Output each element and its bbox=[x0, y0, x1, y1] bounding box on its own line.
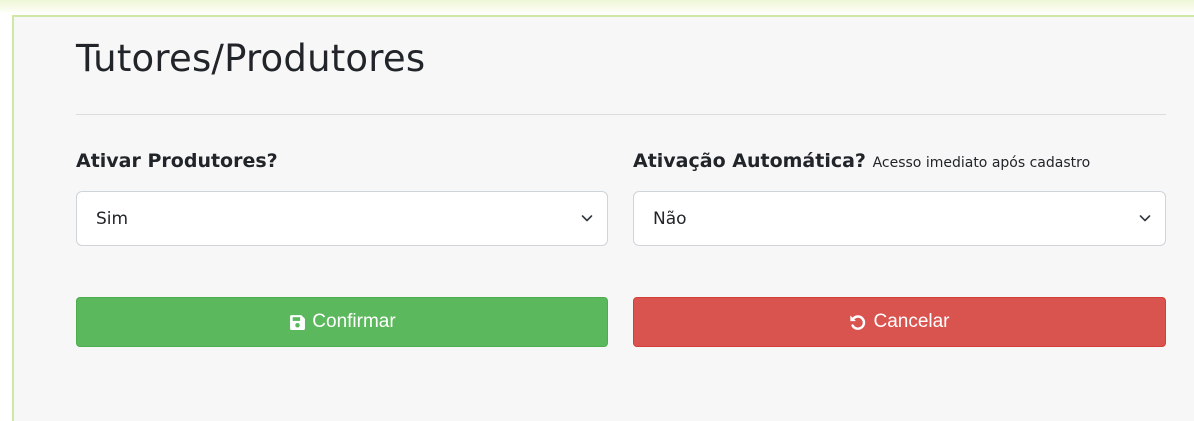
ativacao-automatica-selected-value: Não bbox=[653, 209, 687, 229]
ativacao-automatica-label-text: Ativação Automática? bbox=[633, 150, 866, 172]
undo-icon bbox=[849, 313, 867, 331]
confirm-button-label: Confirmar bbox=[312, 311, 396, 332]
ativacao-automatica-hint: Acesso imediato após cadastro bbox=[872, 155, 1091, 171]
ativacao-automatica-select[interactable]: Não bbox=[633, 191, 1166, 246]
chevron-down-icon bbox=[581, 215, 593, 222]
floppy-disk-icon bbox=[288, 313, 306, 331]
confirm-button[interactable]: Confirmar bbox=[76, 297, 608, 347]
title-divider bbox=[76, 114, 1166, 115]
cancel-button-label: Cancelar bbox=[873, 311, 950, 332]
ativar-produtores-selected-value: Sim bbox=[96, 209, 129, 229]
page-title: Tutores/Produtores bbox=[76, 37, 426, 80]
cancel-button[interactable]: Cancelar bbox=[633, 297, 1166, 347]
chevron-down-icon bbox=[1139, 215, 1151, 222]
ativar-produtores-label-text: Ativar Produtores? bbox=[76, 150, 278, 172]
ativacao-automatica-label: Ativação Automática? Acesso imediato apó… bbox=[633, 151, 1090, 172]
ativar-produtores-select[interactable]: Sim bbox=[76, 191, 608, 246]
ativar-produtores-label: Ativar Produtores? bbox=[76, 151, 278, 172]
